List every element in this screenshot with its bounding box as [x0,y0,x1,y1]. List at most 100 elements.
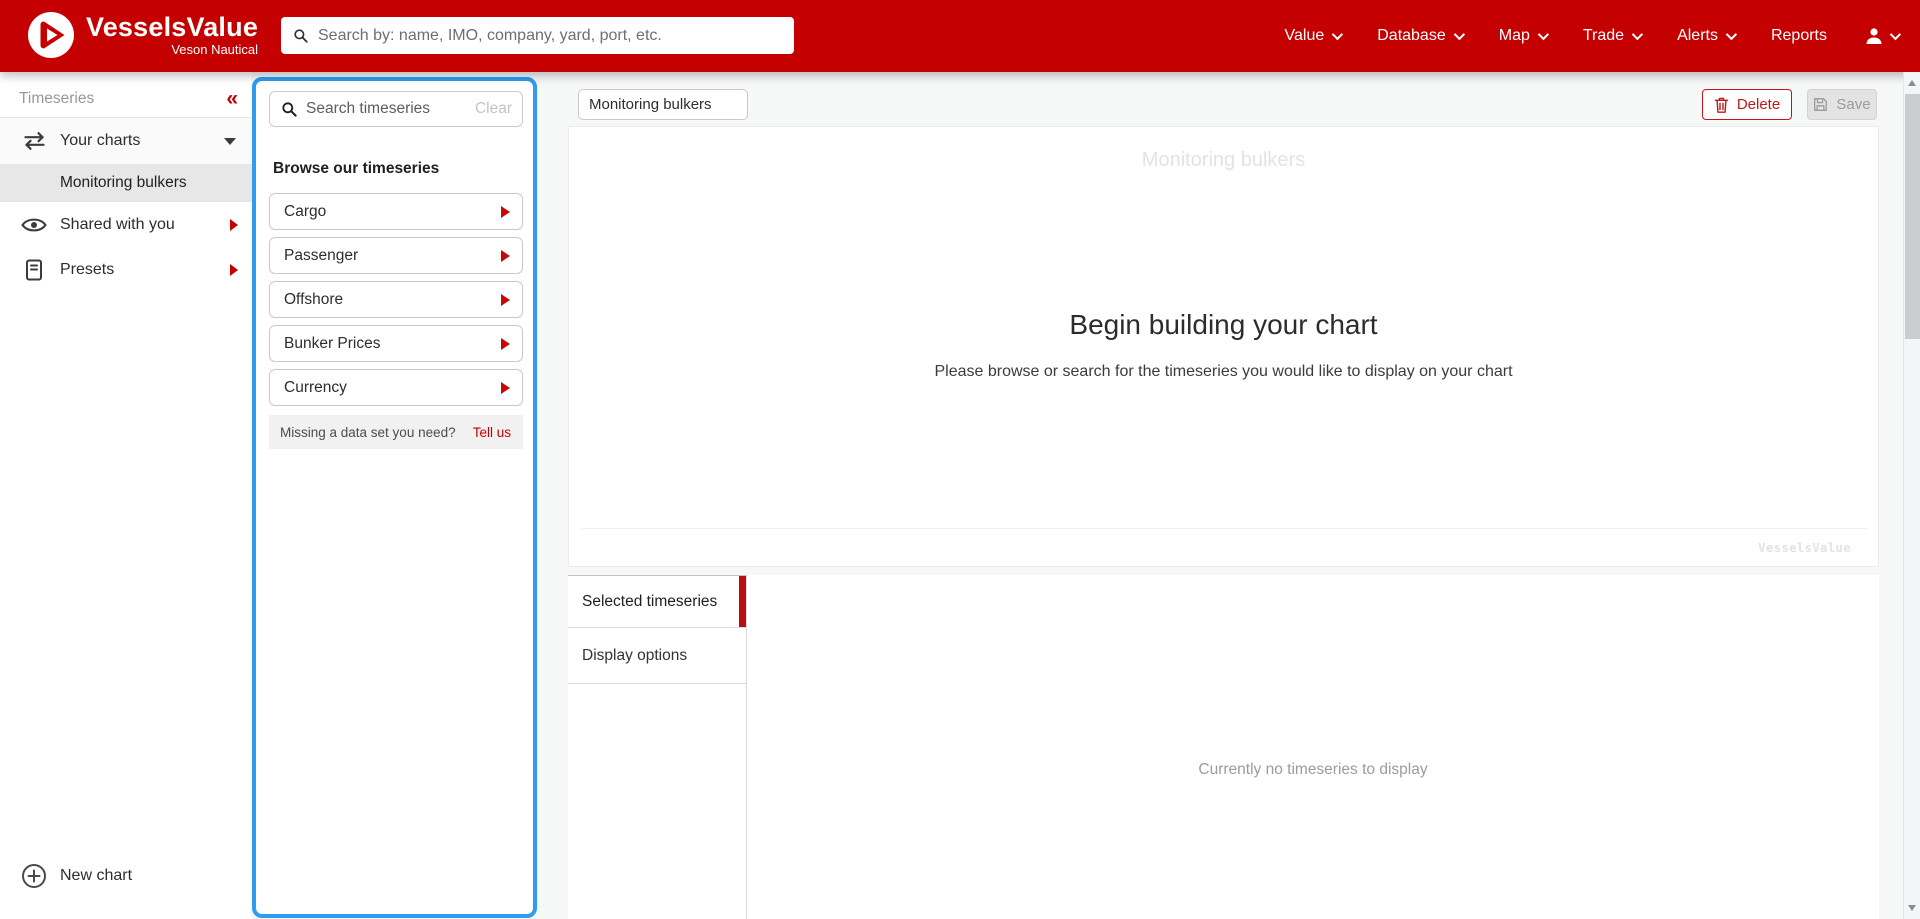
chart-axis-line [581,528,1868,529]
empty-chart-subtitle: Please browse or search for the timeseri… [934,363,1513,380]
search-icon [281,101,297,117]
selected-timeseries-content: Currently no timeseries to display [747,575,1879,919]
expand-right-icon [501,337,510,350]
tell-us-link[interactable]: Tell us [473,425,511,440]
sidebar-item-your-charts[interactable]: Your charts [0,117,252,164]
chart-name-input[interactable] [578,89,748,120]
chevron-down-icon [1725,28,1738,41]
category-label: Cargo [284,202,327,220]
detail-tabs: Selected timeseries Display options [568,575,747,919]
expand-right-icon [501,249,510,262]
browse-heading: Browse our timeseries [273,160,440,177]
category-offshore[interactable]: Offshore [269,281,523,318]
collapse-sidebar-icon[interactable]: « [226,88,238,109]
tab-display-options[interactable]: Display options [568,628,746,684]
brand-name: VesselsValue [86,12,259,42]
tab-label: Display options [582,646,688,664]
global-search-input[interactable] [318,26,782,45]
empty-chart-title: Begin building your chart [1069,309,1378,340]
primary-nav: Value Database Map Trade Alerts Reports [1284,0,1902,72]
scrollbar-thumb[interactable] [1905,94,1920,339]
tab-selected-timeseries[interactable]: Selected timeseries [568,576,746,628]
save-label: Save [1836,96,1871,113]
nav-trade[interactable]: Trade [1582,27,1644,45]
nav-database-label: Database [1377,27,1446,44]
eye-icon [21,216,47,234]
nav-alerts[interactable]: Alerts [1677,27,1738,45]
chevron-down-icon [1537,28,1549,41]
sidebar-title: Timeseries [19,89,95,107]
nav-reports-label: Reports [1770,27,1827,44]
chart-item-label: Monitoring bulkers [60,174,187,191]
nav-map[interactable]: Map [1498,27,1549,45]
category-label: Bunker Prices [284,334,381,352]
chart-credits-watermark: VesselsValue [1758,541,1851,555]
save-button[interactable]: Save [1807,89,1877,120]
expand-right-icon [230,218,238,231]
clear-search-button[interactable]: Clear [475,100,512,118]
nav-value-label: Value [1284,27,1325,44]
brand-tagline: Veson Nautical [171,42,259,57]
timeseries-sidebar: Timeseries « Your charts Monitoring bulk… [0,72,252,919]
nav-map-label: Map [1498,27,1530,44]
trash-icon [1714,96,1729,113]
delete-button[interactable]: Delete [1702,89,1792,120]
nav-reports[interactable]: Reports [1771,27,1827,45]
scroll-up-icon[interactable] [1908,80,1916,86]
delete-label: Delete [1736,96,1781,113]
expand-right-icon [501,293,510,306]
brand[interactable]: VesselsValue Veson Nautical [28,12,258,58]
tab-label: Selected timeseries [582,592,718,610]
new-chart-label: New chart [60,867,133,884]
swap-arrows-icon [21,131,47,151]
expand-right-icon [230,263,238,276]
global-search [281,17,794,54]
scroll-down-icon[interactable] [1908,905,1916,911]
user-icon [1864,26,1884,46]
browse-timeseries-panel: Clear Browse our timeseries Cargo Passen… [252,77,537,918]
sidebar-item-presets[interactable]: Presets [0,247,252,292]
missing-dataset-row: Missing a data set you need? Tell us [269,415,523,449]
presets-label: Presets [60,260,115,278]
sidebar-item-shared-with-you[interactable]: Shared with you [0,202,252,247]
empty-timeseries-message: Currently no timeseries to display [1198,761,1428,778]
save-floppy-icon [1813,97,1828,112]
sidebar-header: Timeseries « [0,72,252,117]
nav-alerts-label: Alerts [1677,27,1718,44]
sidebar-chart-monitoring-bulkers[interactable]: Monitoring bulkers [0,164,252,202]
chart-title-watermark: Monitoring bulkers [1141,149,1306,171]
expand-right-icon [501,205,510,218]
category-passenger[interactable]: Passenger [269,237,523,274]
chevron-down-icon [1889,28,1902,41]
app-root: VesselsValue Veson Nautical Value Databa… [0,0,1920,919]
nav-value[interactable]: Value [1284,27,1344,45]
chevron-down-icon [1453,28,1465,41]
vesselsvalue-logo-icon [28,12,74,58]
timeseries-detail-panel: Selected timeseries Display options Curr… [568,575,1879,919]
chevron-down-icon [1331,28,1344,41]
chart-canvas: Monitoring bulkers Begin building your c… [568,126,1879,567]
chevron-down-icon [1631,28,1644,41]
category-currency[interactable]: Currency [269,369,523,406]
category-cargo[interactable]: Cargo [269,193,523,230]
search-icon [293,28,308,43]
nav-database[interactable]: Database [1377,27,1465,45]
category-label: Currency [284,378,347,396]
plus-circle-icon [21,863,47,889]
timeseries-search: Clear [269,91,523,127]
category-label: Passenger [284,246,359,264]
caret-down-icon [224,137,236,145]
category-label: Offshore [284,290,344,308]
user-account-menu[interactable] [1864,26,1902,46]
timeseries-search-input[interactable] [306,100,466,118]
missing-dataset-text: Missing a data set you need? [280,424,456,440]
nav-trade-label: Trade [1582,27,1625,44]
vertical-scrollbar[interactable] [1903,72,1920,919]
new-chart-button[interactable]: New chart [0,855,252,897]
expand-right-icon [501,381,510,394]
top-navigation-bar: VesselsValue Veson Nautical Value Databa… [0,0,1920,72]
shared-with-you-label: Shared with you [60,215,175,233]
category-bunker-prices[interactable]: Bunker Prices [269,325,523,362]
presets-book-icon [21,259,47,281]
your-charts-label: Your charts [60,132,141,149]
